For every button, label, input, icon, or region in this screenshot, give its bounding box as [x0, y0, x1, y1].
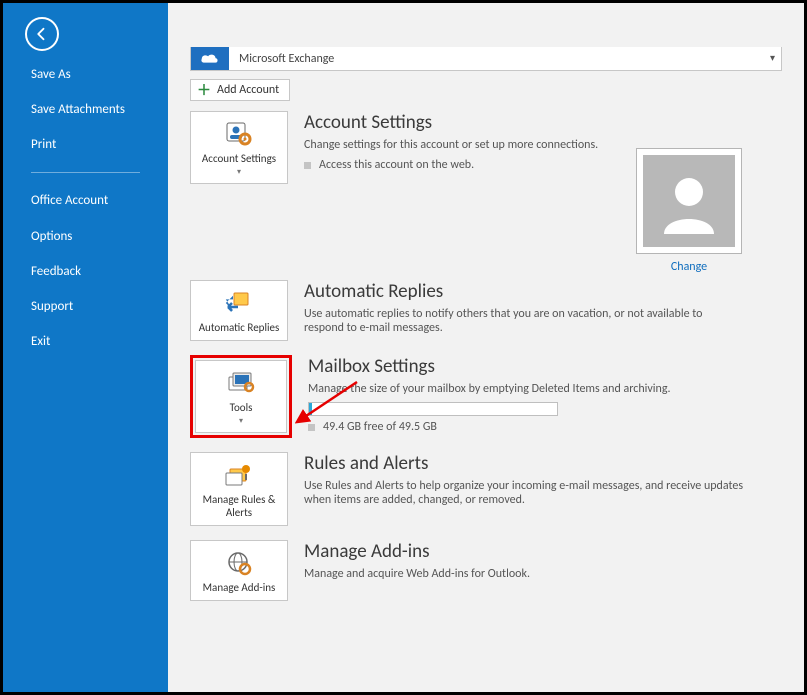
storage-text: 49.4 GB free of 49.5 GB — [323, 420, 437, 434]
sidebar-separator — [31, 172, 140, 173]
chevron-down-icon: ▾ — [239, 416, 243, 426]
sidebar-item-options[interactable]: Options — [3, 219, 168, 254]
tile-label: Manage Rules & Alerts — [195, 493, 283, 519]
sidebar-label: Print — [31, 137, 56, 152]
sidebar-label: Support — [31, 299, 73, 314]
section-desc: Manage the size of your mailbox by empty… — [308, 382, 748, 396]
sidebar-label: Exit — [31, 334, 50, 349]
rules-alerts-tile[interactable]: Manage Rules & Alerts — [190, 452, 288, 526]
account-dropdown[interactable]: Microsoft Exchange ▾ — [190, 47, 782, 71]
tile-label: Manage Add-ins — [203, 581, 276, 594]
section-desc: Manage and acquire Web Add-ins for Outlo… — [304, 567, 744, 581]
section-title: Rules and Alerts — [304, 452, 782, 475]
tile-label: Automatic Replies — [199, 321, 280, 334]
tile-label: Account Settings — [202, 152, 276, 165]
sidebar-item-saveattach[interactable]: Save Attachments — [3, 92, 168, 127]
profile-photo-block: Change — [636, 148, 742, 274]
mailbox-storage-fill — [309, 403, 312, 415]
link-text: Access this account on the web. — [319, 158, 474, 172]
add-account-label: Add Account — [217, 83, 279, 97]
sidebar-item-support[interactable]: Support — [3, 289, 168, 324]
account-settings-tile[interactable]: Account Settings ▾ — [190, 111, 288, 184]
account-settings-icon — [223, 120, 255, 148]
sidebar-item-print[interactable]: Print — [3, 127, 168, 162]
change-photo-link[interactable]: Change — [636, 260, 742, 274]
chevron-down-icon: ▾ — [237, 167, 241, 177]
plus-icon: ＋ — [197, 83, 211, 97]
bullet-icon — [308, 424, 315, 431]
sidebar-item-saveas[interactable]: Save As — [3, 57, 168, 92]
sidebar-label: Options — [31, 229, 72, 244]
add-account-button[interactable]: ＋ Add Account — [190, 79, 290, 101]
mailbox-storage-bar — [308, 402, 558, 416]
sidebar-item-exit[interactable]: Exit — [3, 324, 168, 359]
section-title: Mailbox Settings — [308, 355, 782, 378]
profile-photo-frame — [636, 148, 742, 254]
bullet-icon — [304, 162, 311, 169]
sidebar-item-officeacct[interactable]: Office Account — [3, 183, 168, 219]
backstage-view: Save As Save Attachments Print Office Ac… — [0, 0, 807, 695]
sidebar-label: Save As — [31, 67, 71, 82]
tools-icon — [225, 369, 257, 397]
back-arrow-icon — [33, 25, 51, 43]
automatic-replies-icon — [223, 289, 255, 317]
section-desc: Use Rules and Alerts to help organize yo… — [304, 479, 744, 507]
manage-addins-tile[interactable]: Manage Add-ins — [190, 540, 288, 601]
automatic-replies-tile[interactable]: Automatic Replies — [190, 280, 288, 341]
sidebar-label: Feedback — [31, 264, 81, 279]
section-title: Automatic Replies — [304, 280, 782, 303]
sidebar-label: Save Attachments — [31, 102, 125, 117]
chevron-down-icon: ▾ — [770, 51, 775, 64]
exchange-icon — [191, 47, 229, 70]
back-button[interactable] — [25, 17, 59, 51]
section-desc: Use automatic replies to notify others t… — [304, 307, 744, 335]
backstage-sidebar: Save As Save Attachments Print Office Ac… — [3, 3, 168, 692]
addins-icon — [223, 549, 255, 577]
sidebar-item-feedback[interactable]: Feedback — [3, 254, 168, 289]
main-panel: Microsoft Exchange ▾ ＋ Add Account — [168, 3, 804, 692]
sidebar-label: Office Account — [31, 193, 108, 208]
rules-alerts-icon — [223, 461, 255, 489]
profile-photo-placeholder-icon — [643, 155, 735, 247]
tools-highlight-annotation: Tools ▾ — [190, 355, 292, 438]
tools-tile[interactable]: Tools ▾ — [195, 360, 287, 433]
mailbox-storage-text: 49.4 GB free of 49.5 GB — [308, 420, 782, 434]
section-title: Account Settings — [304, 111, 782, 134]
section-title: Manage Add-ins — [304, 540, 782, 563]
account-dropdown-label: Microsoft Exchange — [229, 52, 334, 66]
tile-label: Tools — [230, 401, 253, 414]
